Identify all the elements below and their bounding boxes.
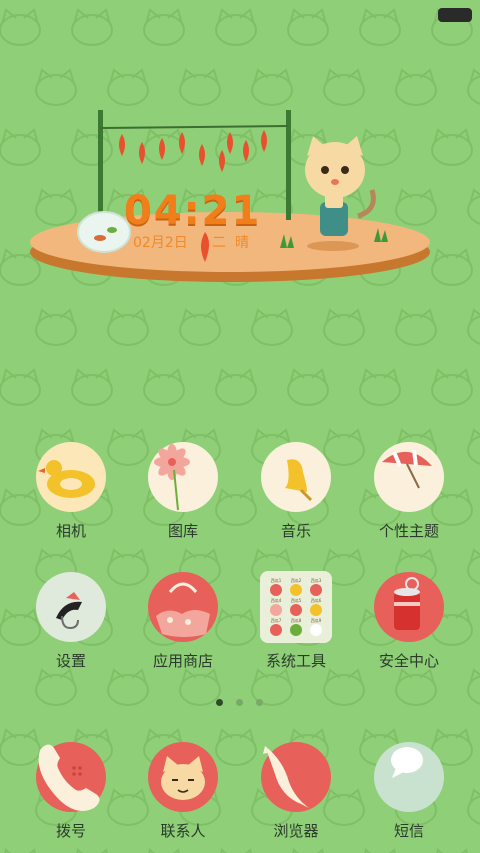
clock-date: 02月2日 <box>133 235 188 251</box>
app-label: 安全中心 <box>378 652 439 670</box>
clock-weekday: 二 <box>212 235 226 251</box>
cat-face-icon <box>148 742 218 812</box>
clock-widget[interactable]: 04:21 02月2日 二 晴 <box>0 90 480 300</box>
folder-mini-label: 西瓜4 <box>271 598 282 603</box>
folder-grid: 西瓜1 西瓜2 西瓜3 西瓜4 西瓜5 西瓜6 西瓜7 西瓜8 西瓜9 <box>270 578 322 636</box>
dock-contacts[interactable]: 联系人 <box>128 742 238 852</box>
page-indicator[interactable] <box>0 699 480 709</box>
folder-mini-icon <box>270 624 282 636</box>
app-label: 相机 <box>55 522 86 540</box>
string-line <box>99 125 289 129</box>
pattern-cat <box>71 368 113 406</box>
pattern-cat <box>431 368 473 406</box>
app-store[interactable]: 应用商店 <box>128 572 238 682</box>
app-label: 联系人 <box>160 822 206 840</box>
app-settings[interactable]: 设置 <box>16 572 126 682</box>
battery-icon <box>438 8 472 22</box>
folder-mini-label: 西瓜8 <box>291 618 302 623</box>
pattern-cat <box>467 788 480 825</box>
duck-float-icon <box>36 442 106 512</box>
pattern-cat <box>467 308 480 345</box>
fishing-hook-icon <box>36 572 106 642</box>
bell-icon <box>261 442 331 512</box>
folder-mini-label: 西瓜6 <box>311 598 322 603</box>
pattern-cat <box>287 368 329 406</box>
app-label: 系统工具 <box>265 652 326 670</box>
page-dot-2[interactable] <box>236 699 243 706</box>
fish-bowl <box>77 211 131 253</box>
app-music[interactable]: 音乐 <box>241 442 351 552</box>
shopping-bag-icon <box>148 572 218 642</box>
pattern-cat <box>359 368 401 406</box>
clock-time: 04:21 <box>124 188 262 234</box>
pattern-cat <box>395 308 437 346</box>
pattern-cat <box>215 368 257 406</box>
folder-mini-label: 西瓜5 <box>291 598 302 603</box>
page-dot-1[interactable] <box>216 699 223 706</box>
pattern-cat <box>251 308 293 346</box>
dock-phone[interactable]: 拨号 <box>16 742 126 852</box>
status-bar <box>0 0 480 28</box>
app-label: 浏览器 <box>273 822 319 840</box>
pattern-cat <box>467 428 480 465</box>
folder-mini-label: 西瓜2 <box>291 578 302 583</box>
app-label: 音乐 <box>280 522 311 540</box>
folder-mini-label: 西瓜7 <box>271 618 282 623</box>
dock-messages[interactable]: 短信 <box>354 742 464 852</box>
app-label: 短信 <box>393 822 424 840</box>
folder-mini-label: 西瓜1 <box>271 578 282 583</box>
folder-mini-icon <box>290 624 302 636</box>
folder-mini-icon <box>270 584 282 596</box>
app-gallery[interactable]: 图库 <box>128 442 238 552</box>
dock-browser[interactable]: 浏览器 <box>241 742 351 852</box>
app-camera[interactable]: 相机 <box>16 442 126 552</box>
pattern-cat <box>0 368 41 406</box>
umbrella-icon <box>374 442 444 512</box>
folder-mini-icon <box>270 604 282 616</box>
page-dot-3[interactable] <box>256 699 263 706</box>
speech-bubble-icon <box>374 742 444 812</box>
phone-icon <box>36 742 106 812</box>
fish-icon <box>261 742 331 812</box>
app-label: 个性主题 <box>378 522 439 540</box>
folder-mini-icon <box>310 624 322 636</box>
hanging-fish <box>119 130 267 172</box>
pattern-cat <box>143 368 185 406</box>
tin-can-icon <box>374 572 444 642</box>
folder-mini-label: 西瓜3 <box>311 578 322 583</box>
folder-mini-icon <box>310 604 322 616</box>
folder-mini-icon <box>310 584 322 596</box>
clock-weather: 晴 <box>235 235 249 251</box>
pattern-cat <box>35 308 77 346</box>
app-system-tools[interactable]: 西瓜1 西瓜2 西瓜3 西瓜4 西瓜5 西瓜6 西瓜7 西瓜8 西瓜9 系统工具 <box>241 571 351 682</box>
app-folder-icon: 西瓜1 西瓜2 西瓜3 西瓜4 西瓜5 西瓜6 西瓜7 西瓜8 西瓜9 <box>260 571 332 643</box>
app-label: 拨号 <box>55 822 86 840</box>
folder-mini-icon <box>290 604 302 616</box>
folder-mini-icon <box>290 584 302 596</box>
app-label: 图库 <box>167 522 198 540</box>
pattern-cat <box>179 308 221 346</box>
flower-icon <box>148 442 218 512</box>
pattern-cat <box>107 308 149 346</box>
folder-mini-label: 西瓜9 <box>311 618 322 623</box>
pattern-cat <box>467 548 480 585</box>
pattern-cat <box>323 308 365 346</box>
app-themes[interactable]: 个性主题 <box>354 442 464 552</box>
app-label: 设置 <box>55 652 86 670</box>
app-label: 应用商店 <box>152 652 213 670</box>
app-security[interactable]: 安全中心 <box>354 572 464 682</box>
